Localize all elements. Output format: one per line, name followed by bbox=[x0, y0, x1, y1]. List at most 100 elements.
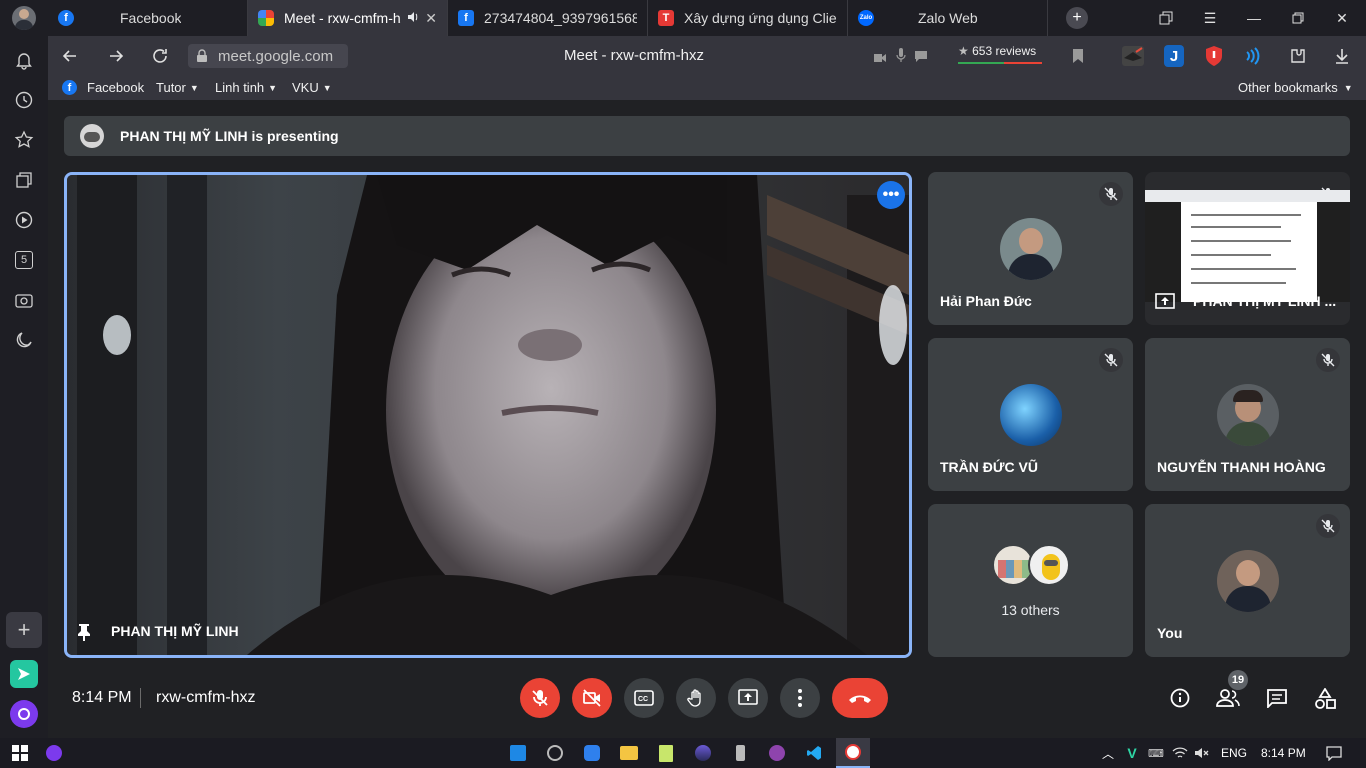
participant-tile[interactable]: NGUYỄN THANH HOÀNG bbox=[1145, 338, 1350, 491]
tab-label: Meet - rxw-cmfm-hxz bbox=[284, 10, 401, 26]
self-tile[interactable]: You bbox=[1145, 504, 1350, 657]
url-field[interactable]: meet.google.com bbox=[188, 44, 348, 68]
app-icon[interactable] bbox=[582, 743, 602, 763]
page-title: Meet - rxw-cmfm-hxz bbox=[564, 47, 704, 64]
close-tab-icon[interactable]: ✕ bbox=[419, 10, 437, 27]
notification-icon[interactable] bbox=[1324, 743, 1344, 763]
bell-icon[interactable] bbox=[12, 48, 36, 72]
volume-muted-icon[interactable] bbox=[1192, 743, 1212, 763]
vscode-icon[interactable] bbox=[804, 743, 824, 763]
others-tile[interactable]: 13 others bbox=[928, 504, 1133, 657]
tray-v-icon[interactable]: V bbox=[1122, 743, 1142, 763]
meeting-info-button[interactable] bbox=[1170, 688, 1190, 708]
participant-name: PHAN THỊ MỸ LINH ... bbox=[1193, 293, 1337, 309]
bookmark-folder-tutor[interactable]: Tutor ▼ bbox=[156, 80, 199, 95]
camera-off-button[interactable] bbox=[572, 678, 612, 718]
mic-off-icon bbox=[1099, 182, 1123, 206]
bookmark-label: VKU bbox=[292, 80, 319, 95]
extensions-icon[interactable] bbox=[1288, 46, 1308, 66]
add-sidebar-button[interactable]: + bbox=[6, 612, 42, 648]
end-call-button[interactable] bbox=[832, 678, 888, 718]
reviews-widget[interactable]: ★ 653 reviews bbox=[958, 44, 1044, 68]
app-icon[interactable] bbox=[693, 743, 713, 763]
profile-avatar[interactable] bbox=[12, 6, 36, 30]
menu-icon[interactable]: ☰ bbox=[1190, 0, 1230, 36]
bookmark-folder-vku[interactable]: VKU ▼ bbox=[292, 80, 332, 95]
back-button[interactable] bbox=[60, 46, 80, 66]
mic-indicator-icon[interactable] bbox=[896, 48, 906, 62]
download-icon[interactable] bbox=[1332, 46, 1352, 66]
extension-j-icon[interactable]: J bbox=[1164, 45, 1184, 67]
tab-facebook-image[interactable]: f 273474804_939796156896 bbox=[448, 0, 648, 36]
windows-taskbar: ︿ V ⌨ ENG 8:14 PM bbox=[0, 738, 1366, 768]
bookmark-label: Other bookmarks bbox=[1238, 80, 1338, 95]
tab-bar: f Facebook Meet - rxw-cmfm-hxz ✕ f 27347… bbox=[0, 0, 1366, 36]
extension-shield-icon[interactable] bbox=[1204, 45, 1224, 67]
tab-zalo[interactable]: Zalo Zalo Web bbox=[848, 0, 1048, 36]
bookmark-icon[interactable] bbox=[1072, 48, 1084, 64]
yandex-browser-icon[interactable] bbox=[836, 738, 870, 768]
moon-icon[interactable] bbox=[12, 328, 36, 352]
raise-hand-button[interactable] bbox=[676, 678, 716, 718]
taskbar-clock[interactable]: 8:14 PM bbox=[1261, 746, 1306, 760]
github-icon[interactable] bbox=[767, 743, 787, 763]
participant-tile[interactable]: TRẦN ĐỨC VŨ bbox=[928, 338, 1133, 491]
extension-wave-icon[interactable] bbox=[1244, 46, 1264, 66]
extension-hat-icon[interactable] bbox=[1122, 46, 1144, 66]
windows-start-icon[interactable] bbox=[10, 743, 30, 763]
notepad-icon[interactable] bbox=[656, 743, 676, 763]
more-options-button[interactable]: ••• bbox=[877, 181, 905, 209]
more-options-button[interactable] bbox=[780, 678, 820, 718]
camera-indicator-icon[interactable] bbox=[874, 50, 886, 62]
participant-tile-presenting[interactable]: PHAN THỊ MỸ LINH ... bbox=[1145, 172, 1350, 325]
minimize-button[interactable]: — bbox=[1234, 0, 1274, 36]
unikey-icon[interactable] bbox=[508, 743, 528, 763]
tab-facebook[interactable]: f Facebook bbox=[48, 0, 248, 36]
bookmark-facebook[interactable]: f Facebook bbox=[62, 80, 144, 95]
collections-icon[interactable] bbox=[1146, 0, 1186, 36]
bookmark-folder-linh-tinh[interactable]: Linh tinh ▼ bbox=[215, 80, 277, 95]
phone-icon[interactable] bbox=[730, 743, 750, 763]
close-window-button[interactable]: ✕ bbox=[1322, 0, 1362, 36]
participant-tile[interactable]: Hải Phan Đức bbox=[928, 172, 1133, 325]
tab-label: Facebook bbox=[120, 10, 182, 26]
screenshot-icon[interactable] bbox=[12, 288, 36, 312]
cortana-icon[interactable] bbox=[44, 743, 64, 763]
forward-button[interactable] bbox=[106, 46, 126, 66]
others-count: 13 others bbox=[1001, 602, 1060, 618]
avatar bbox=[1217, 384, 1279, 446]
facebook-icon: f bbox=[458, 10, 474, 26]
captions-button[interactable]: CC bbox=[624, 678, 664, 718]
star-icon[interactable] bbox=[12, 128, 36, 152]
participants-button[interactable] bbox=[1216, 688, 1240, 708]
play-icon[interactable] bbox=[12, 208, 36, 232]
participant-name: NGUYỄN THANH HOÀNG bbox=[1157, 459, 1326, 475]
present-now-button[interactable] bbox=[728, 678, 768, 718]
main-video-tile[interactable]: ••• PHAN THỊ MỸ LINH bbox=[64, 172, 912, 658]
activities-button[interactable] bbox=[1314, 687, 1336, 710]
restore-button[interactable] bbox=[1278, 0, 1318, 36]
speaker-icon[interactable] bbox=[407, 11, 419, 26]
file-explorer-icon[interactable] bbox=[619, 743, 639, 763]
mic-off-icon bbox=[1099, 348, 1123, 372]
avatar bbox=[1000, 218, 1062, 280]
send-app-icon[interactable] bbox=[10, 660, 38, 688]
mic-off-button[interactable] bbox=[520, 678, 560, 718]
chrome-icon[interactable] bbox=[545, 743, 565, 763]
counter-badge[interactable]: 5 bbox=[12, 248, 36, 272]
chat-indicator-icon[interactable] bbox=[914, 49, 928, 62]
wifi-icon[interactable] bbox=[1170, 743, 1190, 763]
pin-icon[interactable] bbox=[77, 623, 91, 641]
chat-button[interactable] bbox=[1266, 688, 1288, 710]
reload-button[interactable] bbox=[150, 46, 170, 66]
other-bookmarks[interactable]: Other bookmarks ▼ bbox=[1238, 80, 1353, 95]
keyboard-icon[interactable]: ⌨ bbox=[1146, 743, 1166, 763]
history-icon[interactable] bbox=[12, 88, 36, 112]
tab-client-app[interactable]: T Xây dựng ứng dụng Client- bbox=[648, 0, 848, 36]
collections-icon[interactable] bbox=[12, 168, 36, 192]
alice-assistant-icon[interactable] bbox=[10, 700, 38, 728]
new-tab-button[interactable]: + bbox=[1066, 7, 1088, 29]
tab-meet[interactable]: Meet - rxw-cmfm-hxz ✕ bbox=[248, 0, 448, 36]
chevron-up-icon[interactable]: ︿ bbox=[1098, 743, 1118, 763]
input-language[interactable]: ENG bbox=[1221, 746, 1247, 760]
